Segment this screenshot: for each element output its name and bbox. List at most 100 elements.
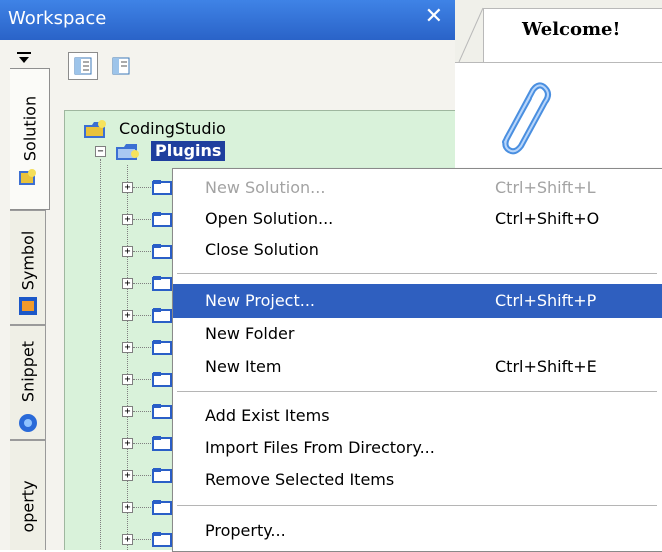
- list-item[interactable]: +: [122, 497, 172, 519]
- tree-connector: [133, 251, 151, 252]
- list-item[interactable]: +: [122, 369, 172, 391]
- tree-connector: [133, 219, 151, 220]
- tree-connector: [133, 475, 151, 476]
- expand-icon[interactable]: +: [122, 502, 133, 513]
- expand-icon[interactable]: +: [122, 246, 133, 257]
- tab-snippet-label: Snippet: [18, 340, 37, 403]
- menu-item-label: Add Exist Items: [205, 406, 330, 425]
- menu-item-new-project[interactable]: New Project... Ctrl+Shift+P: [173, 284, 662, 318]
- solution-icon: [17, 167, 39, 189]
- menu-item-shortcut: Ctrl+Shift+E: [495, 357, 597, 376]
- folder-icon: [152, 500, 172, 515]
- list-item[interactable]: +: [122, 305, 172, 327]
- side-tab-strip: Solution Symbol Snippet operty: [0, 40, 52, 550]
- menu-item-label: Import Files From Directory...: [205, 438, 435, 457]
- menu-item-new-folder[interactable]: New Folder: [173, 317, 662, 351]
- expand-icon[interactable]: +: [122, 310, 133, 321]
- list-item[interactable]: +: [122, 241, 172, 263]
- list-item[interactable]: +: [122, 529, 172, 550]
- menu-separator: [177, 505, 657, 506]
- tree-root-label: CodingStudio: [119, 119, 226, 138]
- tree-connector: [133, 347, 151, 348]
- tree-connector: [133, 315, 151, 316]
- menu-item-label: Open Solution...: [205, 209, 334, 228]
- tab-property-label: operty: [18, 480, 37, 533]
- tree-connector: [100, 159, 101, 549]
- paperclip-icon: [502, 82, 551, 155]
- folder-icon: [152, 276, 172, 291]
- editor-tab-bar: Welcome! ✕: [455, 0, 662, 63]
- solution-folder-icon: [84, 120, 106, 138]
- expand-icon[interactable]: +: [122, 342, 133, 353]
- menu-separator: [177, 273, 657, 274]
- tab-symbol-label: Symbol: [18, 230, 37, 291]
- symbol-icon: [17, 295, 39, 317]
- menu-item-new-item[interactable]: New Item Ctrl+Shift+E: [173, 350, 662, 384]
- expand-icon[interactable]: +: [122, 438, 133, 449]
- folder-icon: [152, 244, 172, 259]
- menu-item-label: Remove Selected Items: [205, 470, 395, 489]
- menu-item-label: Close Solution: [205, 240, 319, 259]
- tree-connector: [133, 443, 151, 444]
- tree-connector: [133, 507, 151, 508]
- menu-item-shortcut: Ctrl+Shift+O: [495, 209, 600, 228]
- expand-icon[interactable]: +: [122, 278, 133, 289]
- folder-icon: [152, 468, 172, 483]
- workspace-close-icon[interactable]: ✕: [425, 4, 443, 29]
- expand-icon[interactable]: +: [122, 406, 133, 417]
- collapse-icon[interactable]: −: [95, 146, 106, 157]
- menu-item-shortcut: Ctrl+Shift+P: [495, 291, 597, 310]
- menu-item-label: New Item: [205, 357, 282, 376]
- plugins-folder-icon: [116, 144, 139, 160]
- menu-item-label: New Project...: [205, 291, 315, 310]
- snippet-icon: [17, 412, 39, 434]
- folder-icon: [152, 404, 172, 419]
- list-item[interactable]: +: [122, 337, 172, 359]
- list-item[interactable]: +: [122, 177, 172, 199]
- expand-icon[interactable]: +: [122, 214, 133, 225]
- list-item[interactable]: +: [122, 401, 172, 423]
- tab-welcome[interactable]: Welcome! ✕: [483, 8, 662, 62]
- menu-item-close-solution[interactable]: Close Solution: [173, 233, 662, 267]
- menu-item-open-solution[interactable]: Open Solution... Ctrl+Shift+O: [173, 202, 662, 236]
- tab-snippet[interactable]: Snippet: [10, 325, 46, 440]
- folder-icon: [152, 532, 172, 547]
- folder-icon: [152, 340, 172, 355]
- menu-item-remove-selected[interactable]: Remove Selected Items: [173, 463, 662, 497]
- tree-connector: [133, 283, 151, 284]
- pin-dropdown-icon[interactable]: [10, 48, 38, 70]
- menu-item-new-solution[interactable]: New Solution... Ctrl+Shift+L: [173, 171, 662, 205]
- expand-icon[interactable]: +: [122, 182, 133, 193]
- context-menu: New Solution... Ctrl+Shift+L Open Soluti…: [172, 168, 662, 552]
- expand-icon[interactable]: +: [122, 470, 133, 481]
- list-view-icon: [112, 57, 130, 75]
- tab-symbol[interactable]: Symbol: [10, 210, 46, 325]
- tree-connector: [133, 539, 151, 540]
- folder-icon: [152, 180, 172, 195]
- tab-solution-label: Solution: [20, 95, 39, 162]
- expand-icon[interactable]: +: [122, 534, 133, 545]
- folder-icon: [152, 308, 172, 323]
- list-item[interactable]: +: [122, 465, 172, 487]
- menu-item-add-exist-items[interactable]: Add Exist Items: [173, 399, 662, 433]
- menu-separator: [177, 391, 657, 392]
- tree-connector: [133, 187, 151, 188]
- tab-solution[interactable]: Solution: [10, 68, 50, 210]
- tree-view-button[interactable]: [68, 52, 98, 80]
- list-item[interactable]: +: [122, 433, 172, 455]
- list-item[interactable]: +: [122, 209, 172, 231]
- folder-icon: [152, 372, 172, 387]
- list-view-button[interactable]: [106, 52, 136, 80]
- workspace-title: Workspace: [8, 8, 107, 29]
- list-item[interactable]: +: [122, 273, 172, 295]
- tab-property[interactable]: operty: [10, 440, 46, 550]
- menu-item-property[interactable]: Property...: [173, 514, 662, 548]
- tree-connector: [133, 411, 151, 412]
- menu-item-shortcut: Ctrl+Shift+L: [495, 178, 596, 197]
- folder-icon: [152, 436, 172, 451]
- menu-item-import-files[interactable]: Import Files From Directory...: [173, 431, 662, 465]
- expand-icon[interactable]: +: [122, 374, 133, 385]
- tree-view-icon: [74, 57, 92, 75]
- tree-selected-label: Plugins: [151, 141, 226, 161]
- menu-item-label: Property...: [205, 521, 286, 540]
